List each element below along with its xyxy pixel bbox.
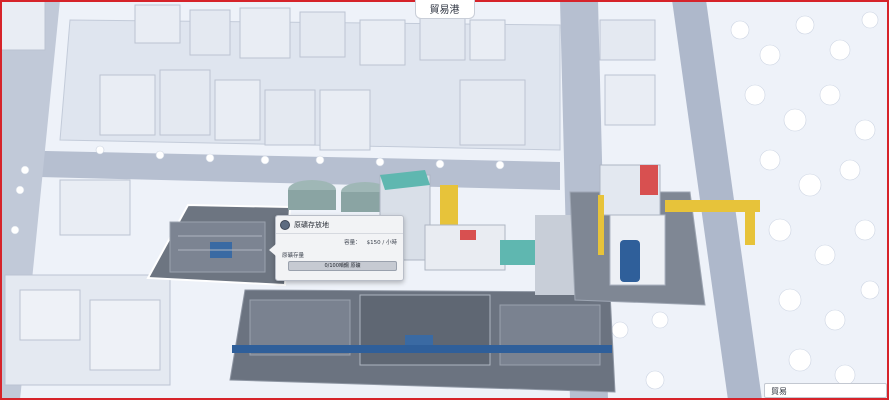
- production-value: $150 / 小時: [366, 240, 397, 246]
- popup-header: 原礦存放地: [276, 216, 403, 234]
- city-scene[interactable]: [0, 0, 889, 400]
- ore-storage-icon: [280, 219, 290, 230]
- trade-button[interactable]: 貿易: [764, 383, 887, 398]
- bottom-lots: [229, 289, 616, 393]
- storage-progress-bar: 0/100噸鋼 原礦: [288, 261, 397, 271]
- storage-label: 原礦存量: [282, 253, 305, 259]
- production-row: 容量： $150 / 小時: [284, 238, 397, 248]
- production-label: 容量：: [344, 240, 361, 246]
- building-info-popup[interactable]: 原礦存放地 容量： $150 / 小時 原礦存量 0/100噸鋼 原礦: [269, 215, 404, 281]
- popup-title: 原礦存放地: [294, 220, 329, 229]
- storage-progress-text: 0/100噸鋼 原礦: [324, 263, 361, 269]
- region-title[interactable]: 貿易港: [414, 0, 475, 19]
